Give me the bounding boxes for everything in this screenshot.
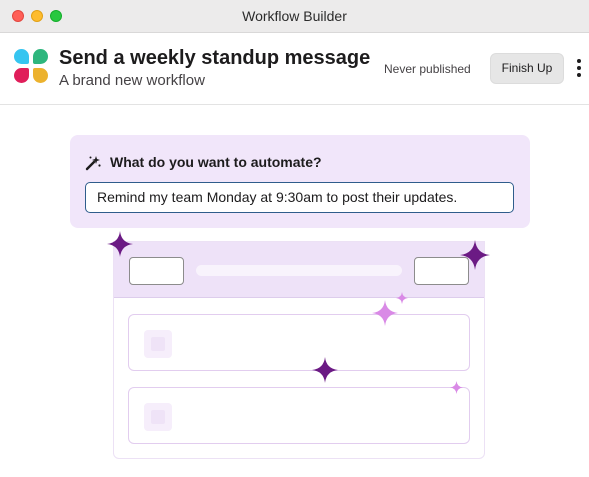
more-options-icon[interactable] [574,59,584,81]
preview-placeholder-bar [196,265,402,276]
sparkle-icon [312,357,338,383]
workflow-title: Send a weekly standup message [59,47,371,69]
automation-prompt-card: What do you want to automate? Remind my … [70,135,530,228]
window-title: Workflow Builder [242,8,347,24]
finish-up-button[interactable]: Finish Up [490,53,564,84]
prompt-question: What do you want to automate? [110,154,322,170]
sparkle-icon [107,231,133,257]
workflow-preview [113,241,485,459]
step-placeholder-icon [144,403,172,431]
slack-logo-icon [14,49,50,85]
sparkle-icon [396,292,408,304]
workflow-header: Send a weekly standup message A brand ne… [0,33,589,105]
step-placeholder-icon [144,330,172,358]
preview-header [114,242,484,298]
automation-prompt-input[interactable]: Remind my team Monday at 9:30am to post … [85,182,514,213]
preview-placeholder-box [129,257,184,285]
sparkle-icon [450,381,463,394]
workflow-subtitle: A brand new workflow [59,72,205,89]
sparkle-icon [460,240,490,270]
publish-status: Never published [384,62,471,76]
preview-step-card [128,314,470,371]
sparkle-wand-icon [85,156,101,171]
window-titlebar: Workflow Builder [0,0,589,33]
preview-step-card [128,387,470,444]
sparkle-icon [372,300,398,326]
